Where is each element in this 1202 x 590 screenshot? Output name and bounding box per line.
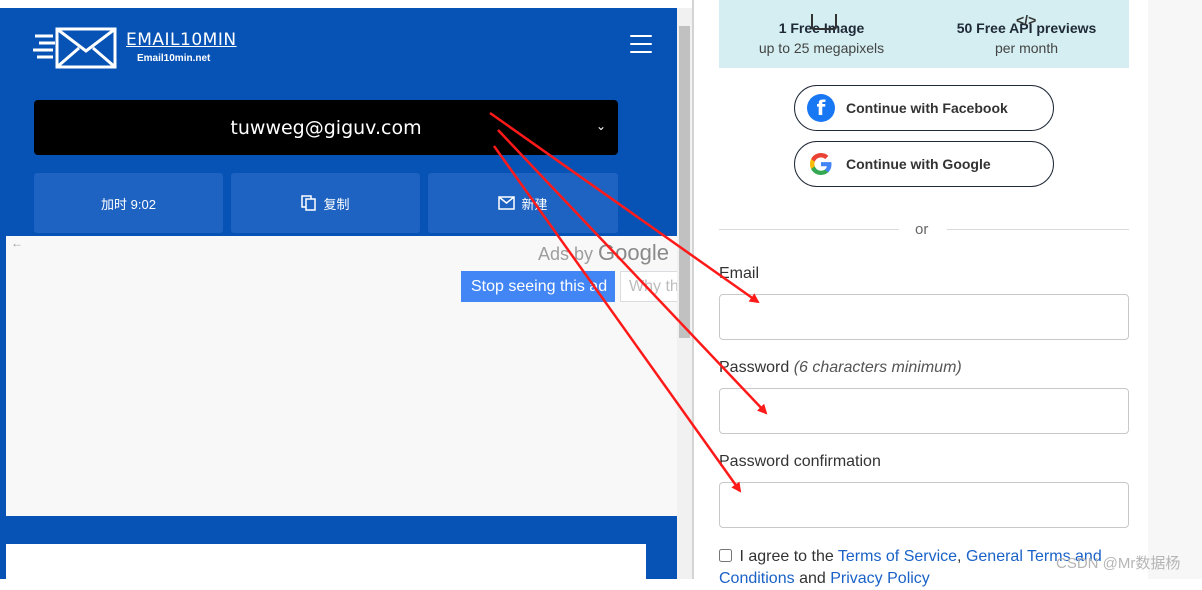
annotation-arrows (489, 111, 768, 493)
arrow-to-email (489, 111, 760, 304)
arrow-to-password (497, 129, 768, 415)
arrow-to-confirmation (492, 145, 742, 493)
